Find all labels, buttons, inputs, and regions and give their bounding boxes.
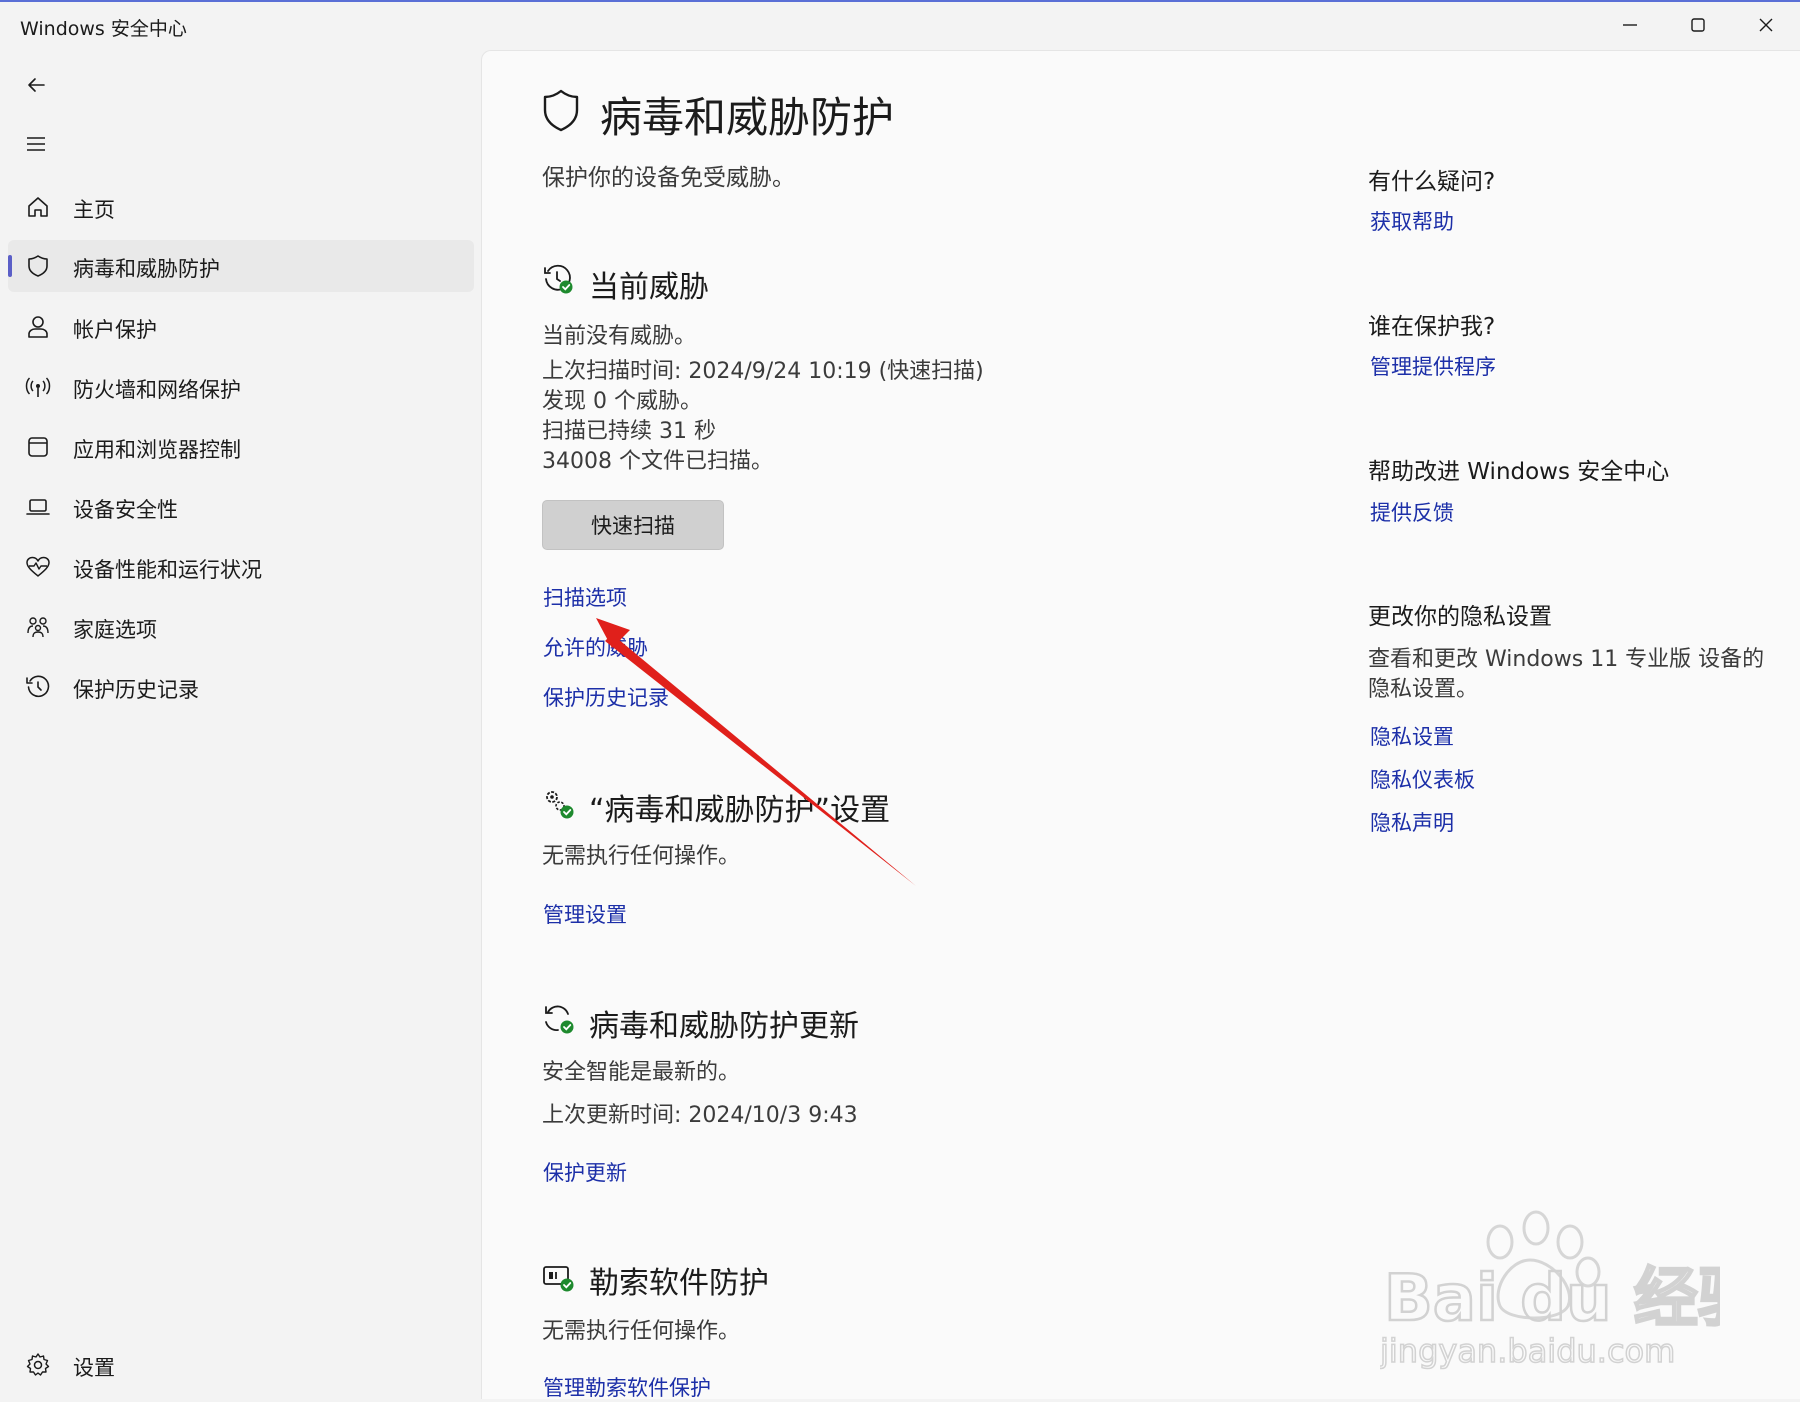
allowed-threats-link[interactable]: 允许的威胁 bbox=[543, 632, 648, 662]
close-button[interactable] bbox=[1732, 2, 1800, 48]
title-bar: Windows 安全中心 bbox=[0, 2, 1800, 48]
give-feedback-link[interactable]: 提供反馈 bbox=[1370, 497, 1454, 527]
menu-button[interactable] bbox=[14, 124, 58, 164]
protection-updates-link[interactable]: 保护更新 bbox=[543, 1157, 627, 1187]
history-icon bbox=[24, 673, 52, 701]
watermark-url-text: jingyan.baidu.com bbox=[1380, 1332, 1675, 1370]
last-update-text: 上次更新时间: 2024/10/3 9:43 bbox=[542, 1103, 858, 1128]
sidebar-item-label: 设备安全性 bbox=[73, 498, 178, 522]
last-scan-text: 上次扫描时间: 2024/9/24 10:19 (快速扫描) bbox=[542, 359, 984, 384]
manage-settings-link[interactable]: 管理设置 bbox=[543, 899, 627, 929]
sidebar-item-firewall[interactable]: 防火墙和网络保护 bbox=[8, 361, 474, 413]
improve-heading: 帮助改进 Windows 安全中心 bbox=[1368, 459, 1670, 485]
main-content-panel bbox=[481, 50, 1800, 1399]
manage-providers-link[interactable]: 管理提供程序 bbox=[1370, 351, 1496, 381]
ransomware-status-text: 无需执行任何操作。 bbox=[542, 1319, 741, 1344]
sidebar-item-app-browser[interactable]: 应用和浏览器控制 bbox=[8, 421, 474, 473]
back-arrow-icon bbox=[28, 78, 45, 92]
threat-status-text: 当前没有威胁。 bbox=[542, 324, 697, 349]
sidebar-item-label: 设备性能和运行状况 bbox=[73, 558, 262, 582]
files-scanned-text: 34008 个文件已扫描。 bbox=[542, 449, 773, 474]
shield-icon bbox=[543, 89, 579, 132]
sidebar-item-settings[interactable]: 设置 bbox=[8, 1339, 474, 1391]
home-icon bbox=[24, 193, 52, 221]
back-button[interactable] bbox=[14, 65, 58, 105]
wireless-icon bbox=[24, 373, 52, 401]
section-title-settings: “病毒和威胁防护”设置 bbox=[589, 793, 891, 828]
settings-status-text: 无需执行任何操作。 bbox=[542, 844, 741, 869]
help-heading: 有什么疑问? bbox=[1368, 169, 1496, 195]
maximize-button[interactable] bbox=[1664, 2, 1732, 48]
threats-found-text: 发现 0 个威胁。 bbox=[542, 389, 702, 414]
sidebar-item-device-health[interactable]: 设备性能和运行状况 bbox=[8, 541, 474, 593]
updates-status-text: 安全智能是最新的。 bbox=[542, 1060, 741, 1085]
family-icon bbox=[24, 613, 52, 641]
ransomware-check-icon bbox=[541, 1260, 575, 1294]
app-window-icon bbox=[24, 433, 52, 461]
section-title-current-threats: 当前威胁 bbox=[589, 270, 709, 305]
privacy-dashboard-link[interactable]: 隐私仪表板 bbox=[1370, 764, 1475, 794]
refresh-check-icon bbox=[541, 1002, 575, 1036]
sidebar-item-label: 主页 bbox=[73, 198, 115, 222]
maximize-icon bbox=[1691, 18, 1705, 32]
person-icon bbox=[24, 313, 52, 341]
close-icon bbox=[1759, 18, 1773, 32]
baidu-jingyan-watermark: Bai du 经验 jingyan.baidu.com bbox=[1378, 1200, 1763, 1371]
sidebar-item-label: 设置 bbox=[73, 1356, 115, 1380]
sidebar-item-label: 保护历史记录 bbox=[73, 678, 199, 702]
sidebar-item-home[interactable]: 主页 bbox=[8, 181, 474, 233]
sidebar-item-label: 病毒和威胁防护 bbox=[73, 257, 220, 281]
minimize-button[interactable] bbox=[1596, 2, 1664, 48]
shield-icon bbox=[24, 252, 52, 280]
section-title-updates: 病毒和威胁防护更新 bbox=[589, 1009, 859, 1044]
sidebar-item-label: 家庭选项 bbox=[73, 618, 157, 642]
privacy-statement-link[interactable]: 隐私声明 bbox=[1370, 807, 1454, 837]
gears-check-icon bbox=[541, 786, 575, 820]
sidebar-item-family[interactable]: 家庭选项 bbox=[8, 601, 474, 653]
active-indicator bbox=[8, 255, 12, 277]
page-subtitle: 保护你的设备免受威胁。 bbox=[542, 165, 795, 191]
sidebar-item-device-security[interactable]: 设备安全性 bbox=[8, 481, 474, 533]
protector-heading: 谁在保护我? bbox=[1368, 314, 1496, 340]
baidu-paw-logo: Bai du 经验 jingyan.baidu.com bbox=[1378, 1210, 1763, 1371]
laptop-icon bbox=[24, 493, 52, 521]
sidebar-item-label: 应用和浏览器控制 bbox=[73, 438, 241, 462]
privacy-settings-link[interactable]: 隐私设置 bbox=[1370, 721, 1454, 751]
minimize-icon bbox=[1623, 24, 1637, 26]
scan-duration-text: 扫描已持续 31 秒 bbox=[542, 419, 716, 444]
gear-icon bbox=[24, 1351, 52, 1379]
sidebar-item-history[interactable]: 保护历史记录 bbox=[8, 661, 474, 713]
get-help-link[interactable]: 获取帮助 bbox=[1370, 206, 1454, 236]
hamburger-menu-icon bbox=[27, 137, 45, 151]
quick-scan-button[interactable]: 快速扫描 bbox=[542, 500, 724, 550]
privacy-heading: 更改你的隐私设置 bbox=[1368, 604, 1552, 630]
sidebar-item-label: 帐户保护 bbox=[73, 318, 157, 342]
app-title: Windows 安全中心 bbox=[20, 18, 187, 40]
section-title-ransomware: 勒索软件防护 bbox=[589, 1266, 769, 1301]
sidebar-item-virus-protection[interactable]: 病毒和威胁防护 bbox=[8, 240, 474, 292]
watermark-brand-text: Bai du 经验 bbox=[1384, 1262, 1720, 1336]
sidebar-item-label: 防火墙和网络保护 bbox=[73, 378, 241, 402]
privacy-description: 查看和更改 Windows 11 专业版 设备的隐私设置。 bbox=[1368, 647, 1765, 702]
scan-history-check-icon bbox=[541, 262, 575, 296]
heart-pulse-icon bbox=[24, 553, 52, 581]
sidebar-item-account[interactable]: 帐户保护 bbox=[8, 301, 474, 353]
scan-options-link[interactable]: 扫描选项 bbox=[543, 582, 627, 612]
page-title: 病毒和威胁防护 bbox=[600, 93, 895, 142]
protection-history-link[interactable]: 保护历史记录 bbox=[543, 682, 669, 712]
